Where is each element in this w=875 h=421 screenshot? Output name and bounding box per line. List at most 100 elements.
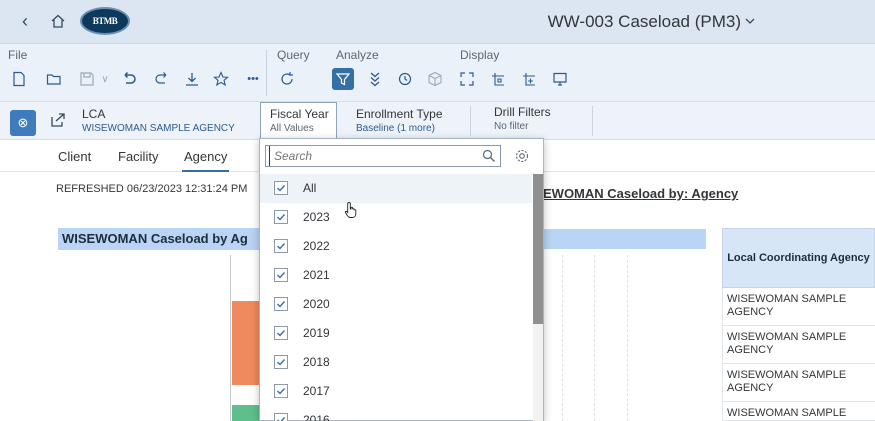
checkbox[interactable] (274, 181, 288, 195)
tab-facility[interactable]: Facility (118, 149, 158, 164)
enrollment-type-value[interactable]: Baseline (1 more) (356, 123, 435, 134)
list-item[interactable]: 2016 (260, 406, 532, 421)
settings-icon[interactable] (514, 148, 530, 164)
save-icon[interactable] (78, 70, 96, 88)
expand-icon[interactable] (520, 70, 538, 88)
tab-agency[interactable]: Agency (181, 149, 230, 172)
chart-bar[interactable] (232, 301, 260, 385)
fiscal-year-title: Fiscal Year (270, 107, 329, 121)
checkmark-icon (277, 417, 286, 421)
checkbox[interactable] (274, 413, 288, 421)
new-document-icon[interactable] (10, 70, 28, 88)
tab-client[interactable]: Client (58, 149, 91, 164)
checkmark-icon (277, 185, 286, 192)
list-item[interactable]: 2022 (260, 232, 532, 261)
undo-icon[interactable] (120, 70, 138, 88)
checkbox[interactable] (274, 210, 288, 224)
lca-filter-value[interactable]: WISEWOMAN SAMPLE AGENCY (82, 123, 235, 134)
checkmark-icon (277, 214, 286, 221)
more-icon[interactable]: ••• (244, 70, 262, 88)
chart-gridline (627, 255, 628, 421)
redo-icon[interactable] (153, 70, 171, 88)
navigation-panel-button[interactable]: ⊗ (10, 110, 36, 136)
checkmark-icon (277, 243, 286, 250)
table-row[interactable]: WISEWOMAN SAMPLE (722, 402, 875, 421)
list-item[interactable]: 2023 (260, 203, 532, 232)
open-icon[interactable] (45, 70, 63, 88)
lca-filter-title[interactable]: LCA (82, 107, 105, 121)
fiscal-year-filter[interactable]: Fiscal Year All Values (260, 102, 337, 140)
checkmark-icon (277, 272, 286, 279)
fullscreen-icon[interactable] (458, 70, 476, 88)
cube-icon[interactable] (426, 70, 444, 88)
list-item[interactable]: 2021 (260, 261, 532, 290)
checkbox[interactable] (274, 297, 288, 311)
drill-filters-value[interactable]: No filter (494, 121, 528, 132)
pivot-icon[interactable] (489, 70, 507, 88)
hand-cursor-icon (344, 202, 357, 218)
fiscal-year-value: All Values (270, 123, 314, 134)
scrollbar-thumb[interactable] (533, 174, 543, 324)
search-field[interactable] (265, 145, 501, 167)
checkbox[interactable] (274, 268, 288, 282)
list-item-label: 2019 (303, 326, 330, 340)
list-item[interactable]: 2020 (260, 290, 532, 319)
drill-filters-title[interactable]: Drill Filters (494, 105, 551, 119)
list-item-label: 2018 (303, 355, 330, 369)
home-icon[interactable] (50, 13, 66, 29)
chevron-down-icon[interactable]: ∨ (96, 70, 114, 88)
company-logo[interactable]: BTMB (80, 7, 130, 35)
checkbox[interactable] (274, 355, 288, 369)
checkbox[interactable] (274, 239, 288, 253)
list-item-label: 2022 (303, 239, 330, 253)
list-item-label: 2023 (303, 210, 330, 224)
chevron-down-icon[interactable] (745, 16, 755, 26)
refreshed-timestamp: REFRESHED 06/23/2023 12:31:24 PM (56, 183, 248, 195)
chart-gridline (562, 255, 563, 421)
search-input[interactable] (269, 146, 469, 166)
list-item-label: All (303, 181, 317, 195)
logo-text: BTMB (92, 16, 118, 26)
list-item-label: 2016 (303, 413, 330, 421)
chart-header-band (540, 229, 706, 249)
back-icon[interactable]: ‹ (22, 11, 28, 32)
table-row[interactable]: WISEWOMAN SAMPLE AGENCY (722, 288, 875, 326)
filter-icon[interactable] (332, 68, 354, 90)
shell-header: ‹ BTMB WW-003 Caseload (PM3) (0, 0, 875, 44)
chart-banner-title: WISEWOMAN Caseload by Ag (58, 228, 268, 250)
download-icon[interactable] (183, 70, 201, 88)
chart-axis (230, 255, 231, 421)
list-item[interactable]: 2018 (260, 348, 532, 377)
list-item-label: 2020 (303, 297, 330, 311)
value-list: All 2023 2022 2021 2020 2019 2018 2017 2… (260, 174, 532, 421)
group-label-display: Display (460, 48, 500, 62)
fiscal-year-dropdown: All 2023 2022 2021 2020 2019 2018 2017 (259, 138, 544, 421)
export-icon[interactable] (50, 112, 66, 128)
checkmark-icon (277, 330, 286, 337)
list-item[interactable]: 2019 (260, 319, 532, 348)
list-item-label: 2017 (303, 384, 330, 398)
scrollbar[interactable] (533, 174, 543, 421)
history-icon[interactable] (396, 70, 414, 88)
table-row[interactable]: WISEWOMAN SAMPLE AGENCY (722, 326, 875, 364)
collapse-icon[interactable] (366, 70, 384, 88)
app-title[interactable]: WW-003 Caseload (PM3) (548, 12, 741, 32)
refresh-icon[interactable] (278, 70, 296, 88)
checkbox[interactable] (274, 384, 288, 398)
checkbox[interactable] (274, 326, 288, 340)
checkmark-icon (277, 301, 286, 308)
checkmark-icon (277, 388, 286, 395)
filter-divider (470, 106, 471, 136)
enrollment-type-title[interactable]: Enrollment Type (356, 107, 443, 121)
search-icon[interactable] (482, 149, 496, 163)
list-item[interactable]: 2017 (260, 377, 532, 406)
favorite-icon[interactable] (212, 70, 230, 88)
checkmark-icon (277, 359, 286, 366)
toolbar-separator (266, 50, 267, 96)
list-item[interactable]: All (260, 174, 532, 203)
table-row[interactable]: WISEWOMAN SAMPLE AGENCY (722, 364, 875, 402)
present-icon[interactable] (551, 70, 569, 88)
table-header[interactable]: Local Coordinating Agency (722, 228, 875, 288)
chart-bar[interactable] (232, 405, 260, 421)
filter-divider (592, 106, 593, 136)
